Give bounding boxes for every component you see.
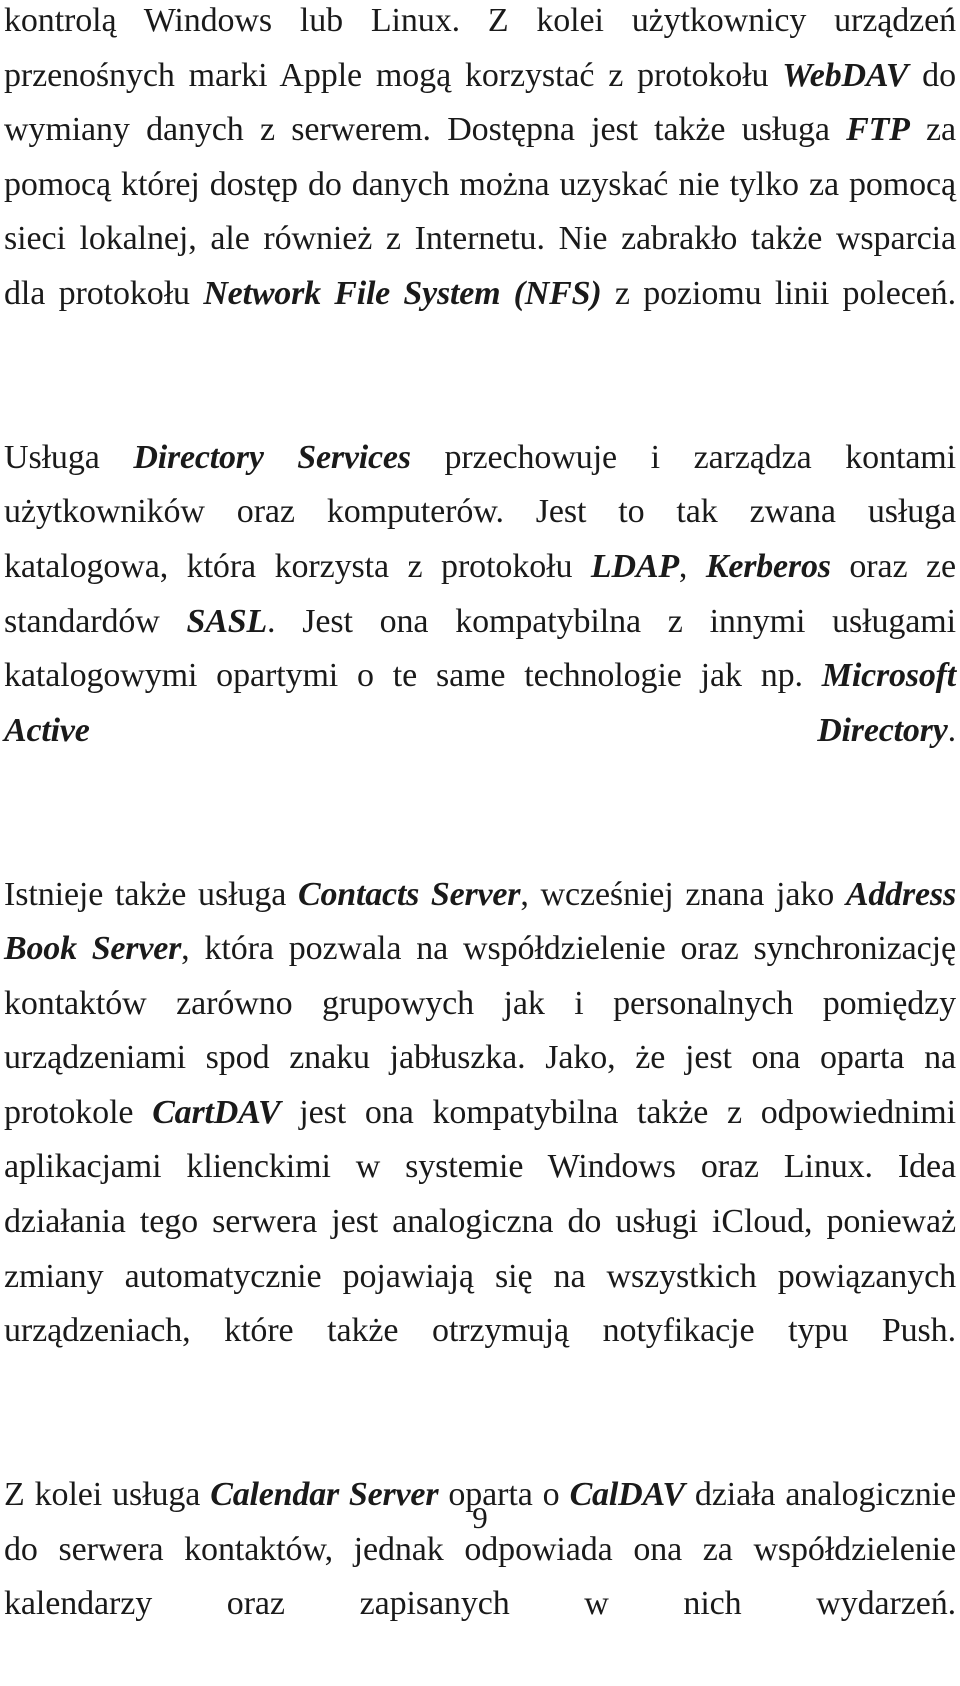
body-text-run: z poziomu linii poleceń.	[601, 274, 956, 312]
emphasised-term: CartDAV	[152, 1093, 281, 1131]
emphasised-term: SASL	[186, 602, 268, 640]
paragraph-contacts-server: Istnieje także usługa Contacts Server, w…	[4, 868, 956, 1414]
body-text-run: ,	[678, 547, 706, 585]
paragraph-directory-services: Usługa Directory Services przechowuje i …	[4, 431, 956, 813]
emphasised-term: Directory Services	[133, 438, 411, 476]
emphasised-term: Kerberos	[705, 547, 831, 585]
emphasised-term: Network File System (NFS)	[203, 274, 602, 312]
body-text-run: jest ona kompatybilna także z odpowiedni…	[4, 1093, 956, 1350]
emphasised-term: LDAP	[590, 547, 679, 585]
body-text-run: .	[947, 711, 957, 749]
emphasised-term: FTP	[846, 111, 910, 149]
emphasised-term: Contacts Server	[298, 875, 521, 913]
body-text-run: Usługa	[4, 438, 134, 476]
page-body-text: kontrolą Windows lub Linux. Z kolei użyt…	[4, 0, 956, 1686]
emphasised-term: WebDAV	[782, 56, 909, 94]
body-text-run: , wcześniej znana jako	[520, 875, 846, 913]
paragraph-file-sharing: kontrolą Windows lub Linux. Z kolei użyt…	[4, 0, 956, 376]
body-text-run: Istnieje także usługa	[4, 875, 298, 913]
document-page: kontrolą Windows lub Linux. Z kolei użyt…	[0, 0, 960, 1622]
page-number: 9	[472, 1500, 488, 1535]
